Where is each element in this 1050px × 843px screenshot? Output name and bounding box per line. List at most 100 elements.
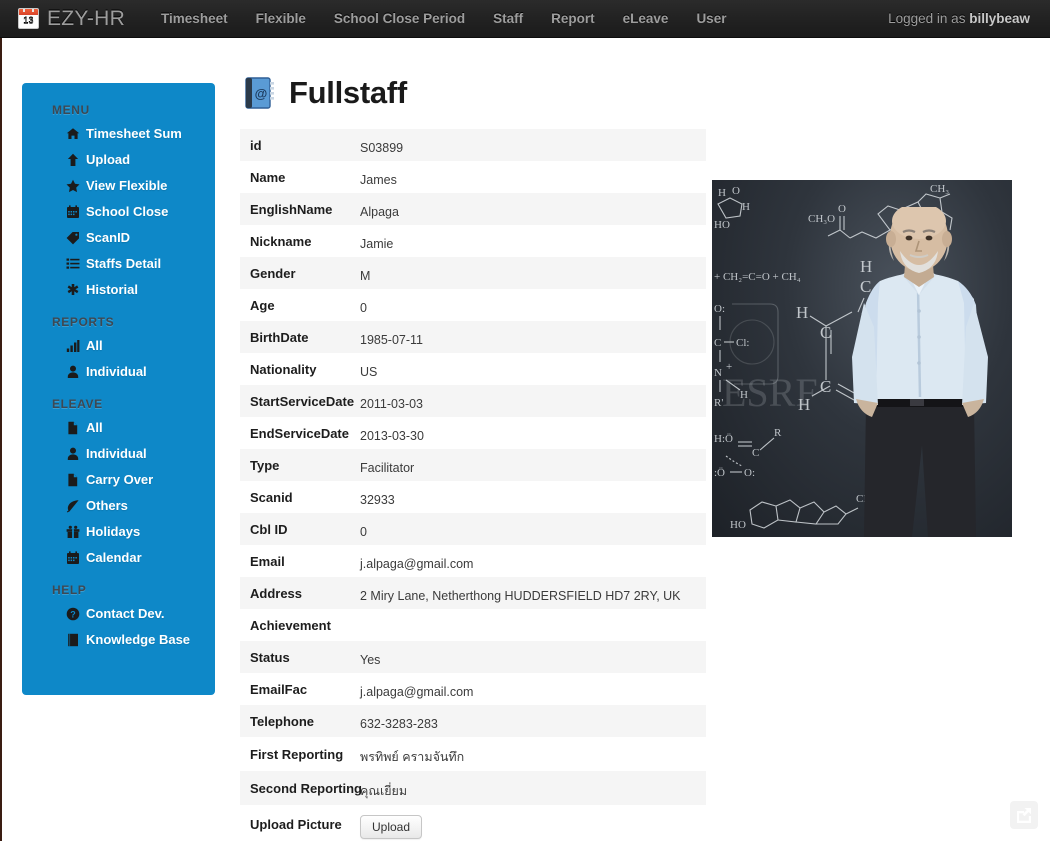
sidebar-item-staffs-detail[interactable]: Staffs Detail [22, 251, 215, 277]
brand-logo[interactable]: 13 EZY-HR [18, 7, 125, 31]
sidebar-item-eleave-individual[interactable]: Individual [22, 441, 215, 467]
svg-text:H: H [798, 395, 810, 414]
sidebar-item-carry-over[interactable]: Carry Over [22, 467, 215, 493]
field-value: 2011-03-03 [360, 385, 706, 417]
field-label: Address [240, 577, 360, 609]
table-row: Achievement [240, 609, 706, 641]
table-row: Gender M [240, 257, 706, 289]
table-row: Name James [240, 161, 706, 193]
svg-text:Cl:: Cl: [736, 337, 749, 349]
sidebar-item-label: All [86, 420, 103, 436]
field-label: id [240, 129, 360, 161]
svg-text:?: ? [70, 609, 76, 619]
sidebar-item-historial[interactable]: Historial [22, 277, 215, 303]
field-value: Alpaga [360, 193, 706, 225]
sidebar-item-reports-all[interactable]: All [22, 333, 215, 359]
field-value: คุณเยี่ยม [360, 771, 706, 805]
user-icon [66, 447, 80, 461]
table-row: Scanid 32933 [240, 481, 706, 513]
leaf-icon [66, 499, 80, 513]
svg-text:CH₃: CH₃ [930, 183, 949, 195]
sidebar-item-label: Timesheet Sum [86, 126, 182, 142]
table-row: Cbl ID 0 [240, 513, 706, 545]
upload-picture-label: Upload Picture [240, 805, 360, 843]
field-value: S03899 [360, 129, 706, 161]
table-row: Email j.alpaga@gmail.com [240, 545, 706, 577]
svg-text:H:Ö: H:Ö [714, 433, 733, 445]
table-row: Address 2 Miry Lane, Netherthong HUDDERS… [240, 577, 706, 609]
table-row: id S03899 [240, 129, 706, 161]
page-title-text: Fullstaff [289, 75, 407, 111]
field-value: Yes [360, 641, 706, 673]
share-export-icon[interactable] [1010, 801, 1038, 829]
main-content: @ Fullstaff id S03899 Name James English… [240, 75, 1040, 843]
sidebar-item-label: Carry Over [86, 472, 153, 488]
field-label: First Reporting [240, 737, 360, 771]
field-label: Telephone [240, 705, 360, 737]
sidebar-item-view-flexible[interactable]: View Flexible [22, 173, 215, 199]
sidebar-item-upload[interactable]: Upload [22, 147, 215, 173]
sidebar-item-label: ScanID [86, 230, 130, 246]
nav-item-report[interactable]: Report [537, 0, 609, 38]
upload-button[interactable]: Upload [360, 815, 422, 839]
nav-item-timesheet[interactable]: Timesheet [147, 0, 242, 38]
nav-item-staff[interactable]: Staff [479, 0, 537, 38]
field-value [360, 609, 706, 641]
sidebar-item-label: View Flexible [86, 178, 167, 194]
calendar-icon [66, 551, 80, 565]
field-label: Age [240, 289, 360, 321]
svg-text:O: O [732, 185, 740, 197]
nav-item-eleave[interactable]: eLeave [609, 0, 683, 38]
table-row: Nationality US [240, 353, 706, 385]
sidebar-item-timesheet-sum[interactable]: Timesheet Sum [22, 121, 215, 147]
page-title: @ Fullstaff [245, 75, 1040, 111]
table-row-upload: Upload Picture Upload [240, 805, 706, 843]
field-label: Nationality [240, 353, 360, 385]
field-value: US [360, 353, 706, 385]
field-label: Gender [240, 257, 360, 289]
list-icon [66, 257, 80, 271]
field-label: Cbl ID [240, 513, 360, 545]
table-row: EnglishName Alpaga [240, 193, 706, 225]
field-value: 2013-03-30 [360, 417, 706, 449]
sidebar-item-contact-dev[interactable]: ? Contact Dev. [22, 601, 215, 627]
nav-item-flexible[interactable]: Flexible [242, 0, 320, 38]
sidebar-item-reports-individual[interactable]: Individual [22, 359, 215, 385]
svg-text:+ CH₂=C=O + CH₄: + CH₂=C=O + CH₄ [714, 271, 801, 283]
sidebar-item-label: Others [86, 498, 128, 514]
sidebar-item-label: Upload [86, 152, 130, 168]
field-label: BirthDate [240, 321, 360, 353]
detail-and-photo: id S03899 Name James EnglishName Alpaga … [240, 129, 1040, 843]
sidebar-item-eleave-all[interactable]: All [22, 415, 215, 441]
field-value: James [360, 161, 706, 193]
address-book-icon: @ [245, 77, 275, 109]
sidebar-item-school-close[interactable]: School Close [22, 199, 215, 225]
star-icon [66, 179, 80, 193]
logged-in-status: Logged in as billybeaw [888, 11, 1030, 26]
sidebar-item-others[interactable]: Others [22, 493, 215, 519]
table-row: Nickname Jamie [240, 225, 706, 257]
sidebar-item-scanid[interactable]: ScanID [22, 225, 215, 251]
sidebar-item-holidays[interactable]: Holidays [22, 519, 215, 545]
sidebar: MENU Timesheet Sum Upload View Flexible … [22, 83, 215, 695]
svg-text:C: C [752, 447, 759, 459]
field-label: Scanid [240, 481, 360, 513]
table-row: First Reporting พรทิพย์ ครามจันทึก [240, 737, 706, 771]
home-icon [66, 127, 80, 141]
field-label: Type [240, 449, 360, 481]
field-value: 0 [360, 513, 706, 545]
sidebar-item-label: School Close [86, 204, 168, 220]
nav-item-user[interactable]: User [682, 0, 740, 38]
nav-item-school-close-period[interactable]: School Close Period [320, 0, 479, 38]
field-label: EmailFac [240, 673, 360, 705]
field-value: พรทิพย์ ครามจันทึก [360, 737, 706, 771]
sidebar-item-knowledge-base[interactable]: Knowledge Base [22, 627, 215, 653]
field-value: j.alpaga@gmail.com [360, 673, 706, 705]
table-row: BirthDate 1985-07-11 [240, 321, 706, 353]
table-row: StartServiceDate 2011-03-03 [240, 385, 706, 417]
sidebar-item-label: Holidays [86, 524, 140, 540]
field-value: Facilitator [360, 449, 706, 481]
field-value: 632-3283-283 [360, 705, 706, 737]
svg-text:N: N [714, 367, 722, 379]
sidebar-item-calendar[interactable]: Calendar [22, 545, 215, 571]
